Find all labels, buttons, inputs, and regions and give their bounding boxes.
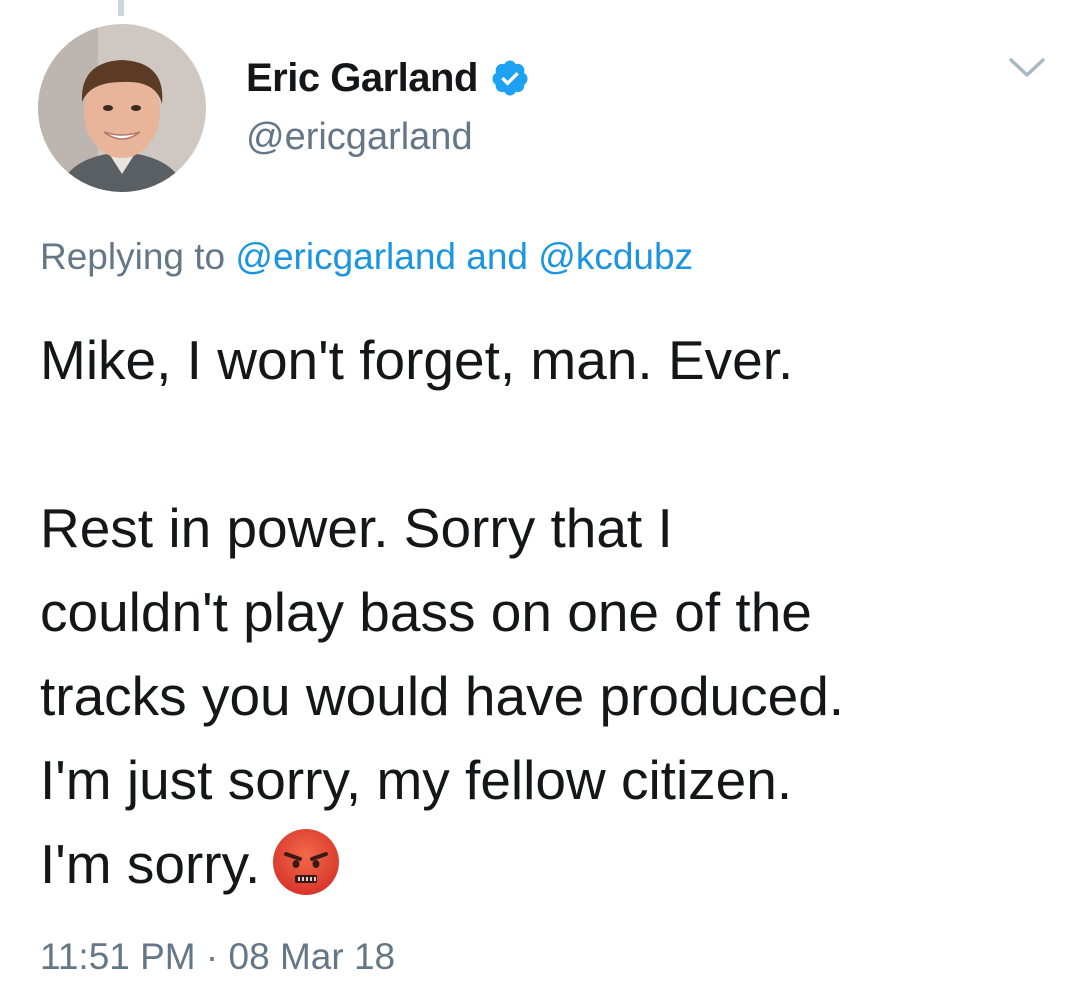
tweet-last-line: I'm sorry. <box>40 822 1070 906</box>
tweet-line: couldn't play bass on one of the <box>40 581 812 643</box>
tweet-line: I'm just sorry, my fellow citizen. <box>40 749 793 811</box>
author-display-name[interactable]: Eric Garland <box>246 56 478 101</box>
avatar[interactable] <box>38 24 206 192</box>
tweet-text: Mike, I won't forget, man. Ever. Rest in… <box>40 318 1070 906</box>
thread-connector-line <box>118 0 124 16</box>
replying-to-label: Replying to <box>40 236 236 277</box>
replying-to-line: Replying to @ericgarland and @kcdubz <box>40 236 693 278</box>
tweet-time: 11:51 PM <box>40 936 196 977</box>
author-handle[interactable]: @ericgarland <box>246 116 473 159</box>
chevron-down-icon[interactable] <box>1008 56 1046 80</box>
pouting-face-emoji <box>270 826 342 898</box>
author-name-row: Eric Garland <box>246 54 530 102</box>
tweet-line: Rest in power. Sorry that I <box>40 497 673 559</box>
tweet-date: 08 Mar 18 <box>228 936 396 977</box>
timestamp-separator: · <box>195 936 229 977</box>
tweet-paragraph: Mike, I won't forget, man. Ever. <box>40 329 794 391</box>
avatar-image <box>38 24 206 192</box>
pouting-face-icon <box>273 829 340 896</box>
verified-badge-icon <box>492 60 528 96</box>
tweet-line: tracks you would have produced. <box>40 665 845 727</box>
tweet-timestamp[interactable]: 11:51 PM · 08 Mar 18 <box>40 936 395 978</box>
mention-link[interactable]: @ericgarland <box>235 236 456 277</box>
replying-to-conjunction: and <box>456 236 539 277</box>
mention-link[interactable]: @kcdubz <box>538 236 693 277</box>
tweet-line: I'm sorry. <box>40 833 261 895</box>
